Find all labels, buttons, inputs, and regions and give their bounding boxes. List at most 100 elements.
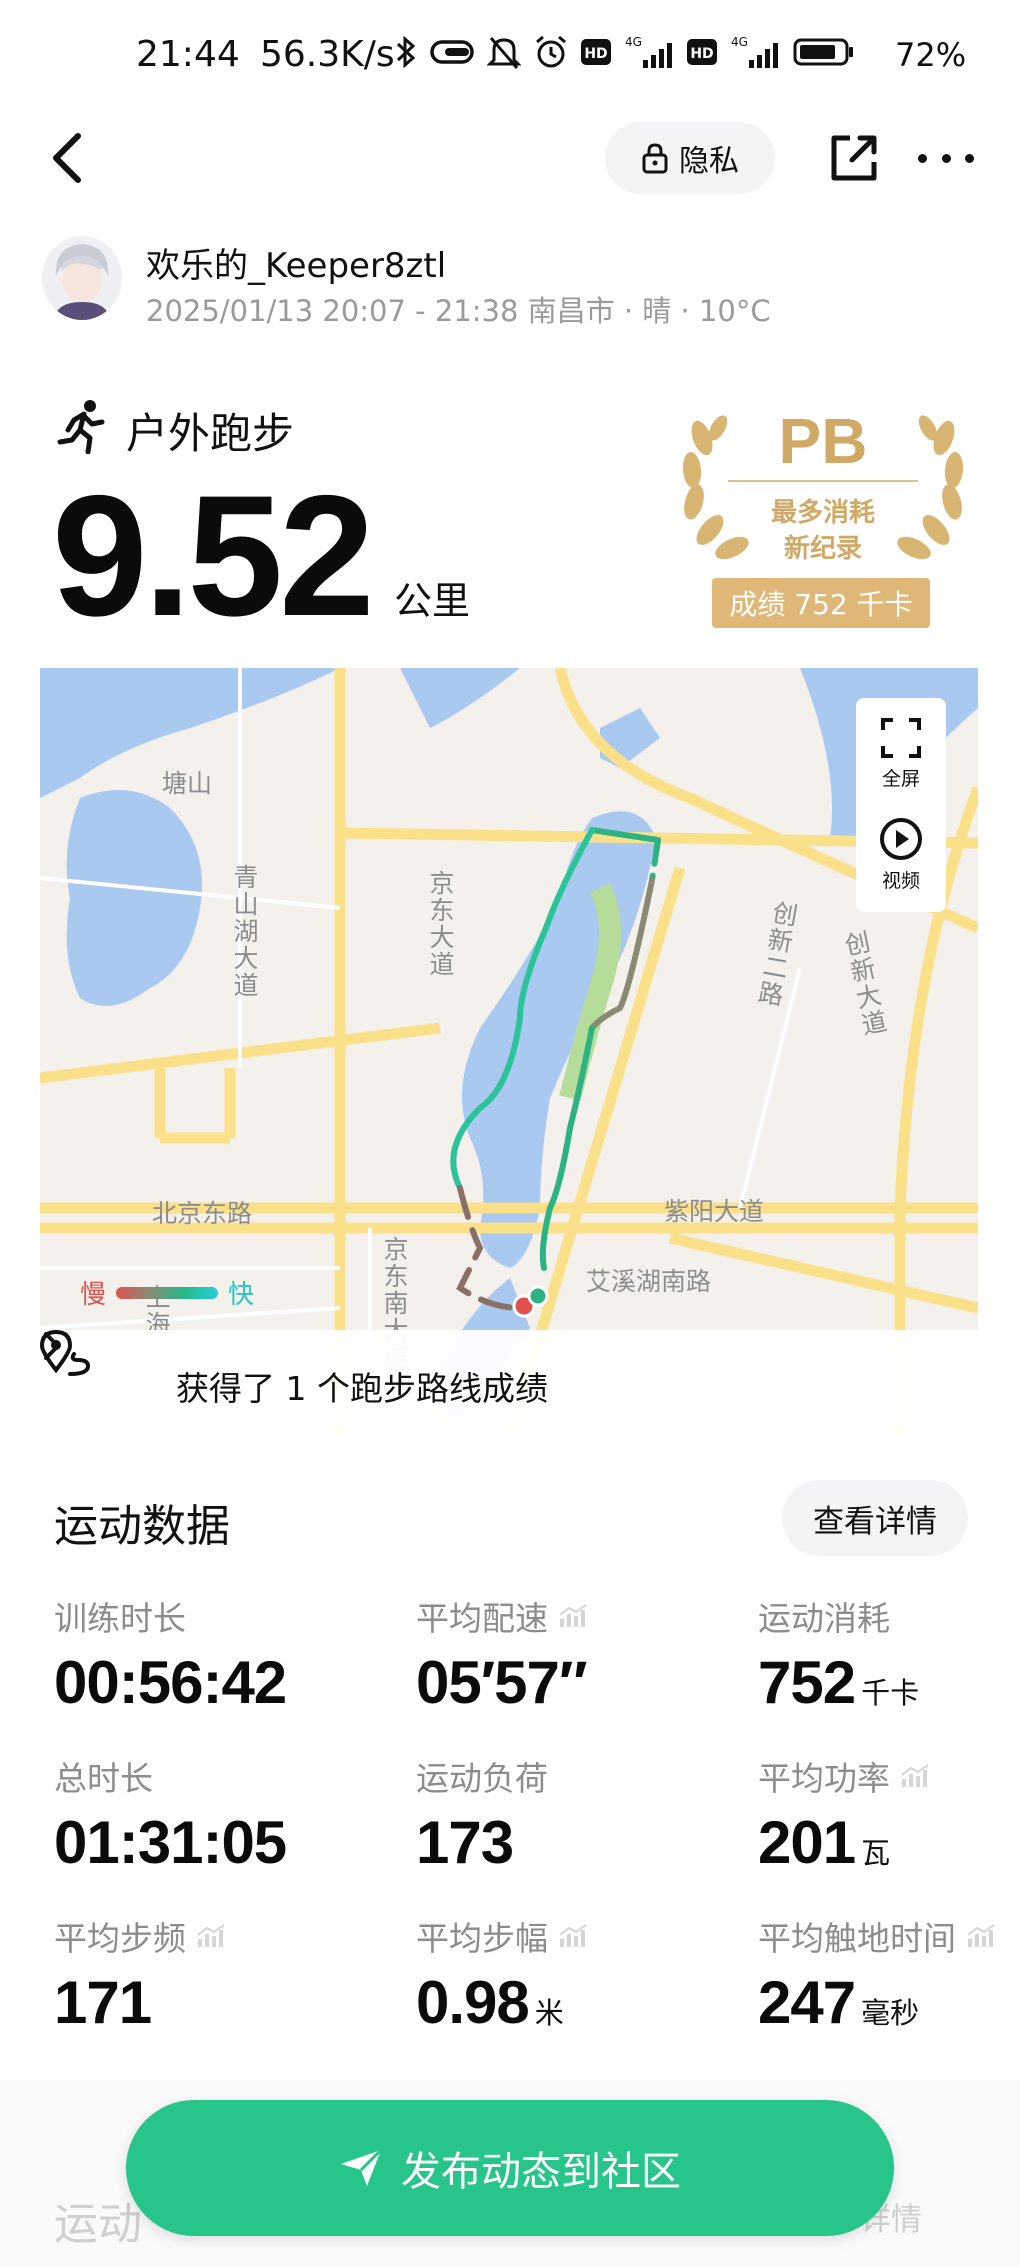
avatar-image xyxy=(42,236,122,320)
fullscreen-button[interactable]: 全屏 xyxy=(856,716,946,791)
stat-label: 平均配速 xyxy=(416,1592,588,1640)
running-icon xyxy=(57,400,105,454)
svg-text:4G: 4G xyxy=(625,35,642,49)
stat-item: 总时长 01:31:05 xyxy=(54,1752,287,1877)
signal-icon: 4G xyxy=(625,35,672,68)
stat-item[interactable]: 平均触地时间 247 毫秒 xyxy=(758,1912,996,2037)
stat-value: 00:56:42 xyxy=(54,1649,287,1716)
dot-icon xyxy=(965,153,974,163)
stat-value: 01:31:05 xyxy=(54,1809,287,1876)
video-button[interactable]: 视频 xyxy=(856,816,946,893)
publish-label: 发布动态到社区 xyxy=(401,2149,681,2195)
stat-unit: 瓦 xyxy=(861,1836,891,1870)
privacy-label: 隐私 xyxy=(679,144,739,179)
pb-badge[interactable]: PB 最多消耗 新纪录 成绩 752 千卡 xyxy=(668,398,978,630)
stat-label: 平均步频 xyxy=(54,1912,226,1960)
publish-to-community-button[interactable]: 发布动态到社区 xyxy=(126,2100,894,2236)
stat-value: 171 xyxy=(54,1969,152,2036)
signal-icon-2: 4G xyxy=(731,35,778,68)
activity-type: 户外跑步 xyxy=(126,409,295,458)
status-net-speed: 56.3K/s xyxy=(260,34,395,75)
stat-value-row: 752 千卡 xyxy=(758,1648,919,1717)
stat-item: 训练时长 00:56:42 xyxy=(54,1592,287,1717)
stat-value-row: 05′57″ xyxy=(416,1648,588,1717)
stat-label: 训练时长 xyxy=(54,1592,286,1640)
stat-unit: 米 xyxy=(534,1996,564,2030)
dot-icon xyxy=(941,153,951,163)
trend-chart-icon xyxy=(197,1924,225,1947)
pb-line-2: 新纪录 xyxy=(783,534,862,564)
link-icon xyxy=(430,40,474,64)
route-map[interactable]: 塘山 青山湖大道 京东大道 创新二路 创新大道 北京东路 紫阳大道 京东南大道 … xyxy=(40,668,978,1436)
stat-value: 201 xyxy=(758,1809,856,1876)
map-tools: 全屏 视频 xyxy=(856,698,946,912)
stat-item[interactable]: 平均步幅 0.98 米 xyxy=(416,1912,588,2037)
map-label-jingdong: 京东大道 xyxy=(426,870,455,978)
map-label-beijing-east: 北京东路 xyxy=(152,1199,253,1228)
distance-unit: 公里 xyxy=(394,579,471,623)
more-button[interactable] xyxy=(918,150,974,166)
play-icon xyxy=(880,818,922,860)
stat-value-row: 247 毫秒 xyxy=(758,1968,996,2037)
pb-line-1: 最多消耗 xyxy=(770,498,875,528)
stat-label-text: 平均配速 xyxy=(416,1599,548,1638)
stat-value: 0.98 xyxy=(416,1969,530,2036)
stat-item: 运动消耗 752 千卡 xyxy=(758,1592,919,1717)
alarm-icon xyxy=(536,35,566,68)
hd-icon: HD xyxy=(581,39,611,65)
distance-value: 9.52 xyxy=(52,460,375,652)
trend-chart-icon xyxy=(559,1924,587,1947)
stat-value-row: 00:56:42 xyxy=(54,1648,287,1717)
share-icon xyxy=(831,135,877,181)
svg-text:HD: HD xyxy=(690,46,713,62)
stat-label-text: 运动消耗 xyxy=(758,1599,890,1638)
stat-item: 运动负荷 173 xyxy=(416,1752,548,1877)
hd-icon-2: HD xyxy=(687,39,717,65)
stat-value: 247 xyxy=(758,1969,856,2036)
stat-value-row: 171 xyxy=(54,1968,226,2037)
avatar[interactable] xyxy=(42,236,122,320)
stat-value-row: 173 xyxy=(416,1808,548,1877)
stat-value: 05′57″ xyxy=(416,1649,588,1716)
route-achievement-text: 获得了 1 个跑步路线成绩 xyxy=(176,1369,548,1408)
svg-text:4G: 4G xyxy=(731,35,748,49)
mute-icon xyxy=(487,37,521,69)
user-name[interactable]: 欢乐的_Keeper8ztl xyxy=(146,238,446,287)
route-achievement-row[interactable]: 获得了 1 个跑步路线成绩 xyxy=(40,1330,978,1436)
view-details-button[interactable]: 查看详情 xyxy=(782,1480,968,1556)
trend-chart-icon xyxy=(967,1924,995,1947)
stat-value-row: 01:31:05 xyxy=(54,1808,287,1877)
stat-label-text: 平均功率 xyxy=(758,1759,890,1798)
stat-item[interactable]: 平均配速 05′57″ xyxy=(416,1592,588,1717)
map-label-aixihu: 艾溪湖南路 xyxy=(586,1267,712,1296)
stat-item[interactable]: 平均步频 171 xyxy=(54,1912,226,2037)
pb-title: PB xyxy=(778,405,868,477)
stat-label-text: 平均步频 xyxy=(54,1919,186,1958)
fullscreen-label: 全屏 xyxy=(881,768,920,790)
legend-slow: 慢 xyxy=(80,1280,107,1310)
stat-label-text: 平均步幅 xyxy=(416,1919,548,1958)
next-section-title: 运动 xyxy=(54,2199,142,2250)
bluetooth-icon xyxy=(396,35,416,69)
stat-label: 总时长 xyxy=(54,1752,286,1800)
chevron-right-icon xyxy=(44,1332,60,1360)
stat-value-row: 201 瓦 xyxy=(758,1808,930,1877)
legend-fast: 快 xyxy=(228,1280,255,1310)
privacy-button[interactable]: 隐私 xyxy=(605,122,775,194)
stat-value: 173 xyxy=(416,1809,514,1876)
stat-item[interactable]: 平均功率 201 瓦 xyxy=(758,1752,930,1877)
battery-percent: 72% xyxy=(895,36,967,74)
activity-meta: 2025/01/13 20:07 - 21:38 南昌市 · 晴 · 10°C xyxy=(146,294,771,328)
share-button[interactable] xyxy=(828,132,880,184)
back-button[interactable] xyxy=(44,130,92,186)
pb-divider xyxy=(728,480,918,482)
stat-label-text: 训练时长 xyxy=(54,1599,186,1638)
stat-label: 平均触地时间 xyxy=(758,1912,996,1960)
stat-label-text: 平均触地时间 xyxy=(758,1919,956,1958)
svg-text:HD: HD xyxy=(584,46,607,62)
stat-unit: 毫秒 xyxy=(861,1996,920,2030)
stat-label-text: 运动负荷 xyxy=(416,1759,548,1798)
legend-gradient xyxy=(116,1286,219,1299)
map-label-qingshanhu: 青山湖大道 xyxy=(230,864,259,999)
stat-label: 运动消耗 xyxy=(758,1592,919,1640)
